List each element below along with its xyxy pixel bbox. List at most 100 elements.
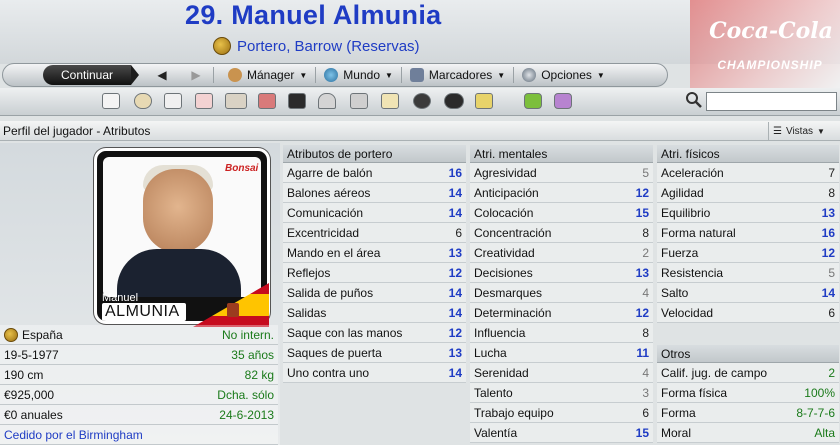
attribute-row[interactable]: Determinación 12 (470, 303, 653, 323)
attribute-value: 6 (828, 305, 835, 320)
section-header-bar: Perfil del jugador - Atributos ☰ Vistas … (0, 121, 840, 141)
manager-menu[interactable]: Mánager ▼ (220, 68, 315, 82)
attribute-row[interactable]: Salto 14 (657, 283, 839, 303)
attribute-label: Aceleración (661, 165, 724, 180)
back-arrow-icon[interactable]: ◀ (145, 68, 179, 82)
attribute-label: Fuerza (661, 245, 699, 260)
attribute-label: Forma natural (661, 225, 736, 240)
sponsor-subtitle: CHAMPIONSHIP (717, 58, 823, 72)
world-menu-label: Mundo (343, 68, 380, 82)
trophy-icon[interactable] (318, 93, 336, 109)
attribute-row[interactable]: Colocación 15 (470, 203, 653, 223)
attribute-row[interactable]: Reflejos 12 (283, 263, 466, 283)
attribute-row[interactable]: Agresividad 5 (470, 163, 653, 183)
attribute-label: Valentía (474, 425, 518, 440)
clipboard-icon[interactable] (381, 93, 399, 109)
attribute-label: Colocación (474, 205, 534, 220)
attribute-label: Balones aéreos (287, 185, 371, 200)
attribute-row[interactable]: Velocidad 6 (657, 303, 839, 323)
attribute-label: Talento (474, 385, 513, 400)
search-input[interactable] (706, 92, 837, 111)
finances-icon[interactable] (475, 93, 493, 109)
attribute-row[interactable]: Decisiones 13 (470, 263, 653, 283)
attribute-row[interactable]: Salida de puños 14 (283, 283, 466, 303)
attribute-row[interactable]: Saques de puerta 13 (283, 343, 466, 363)
attribute-row[interactable]: Uno contra uno 14 (283, 363, 466, 383)
home-icon[interactable] (102, 93, 120, 109)
bookmarks-menu[interactable]: Marcadores ▼ (402, 68, 513, 82)
attribute-row[interactable]: Forma natural 16 (657, 223, 839, 243)
attribute-row[interactable]: Talento 3 (470, 383, 653, 403)
calendar-icon[interactable] (195, 93, 213, 109)
history-icon[interactable] (350, 93, 368, 109)
attribute-row[interactable]: Anticipación 12 (470, 183, 653, 203)
scout-binoculars-icon[interactable] (444, 93, 464, 109)
attribute-row[interactable]: Excentricidad 6 (283, 223, 466, 243)
attribute-row[interactable]: Mando en el área 13 (283, 243, 466, 263)
attribute-label: Resistencia (661, 265, 724, 280)
attribute-value: 16 (821, 225, 835, 240)
match-icon[interactable] (413, 93, 431, 109)
attribute-row[interactable]: Calif. jug. de campo 2 (657, 363, 839, 383)
attribute-row[interactable]: Equilibrio 13 (657, 203, 839, 223)
info-row-loan[interactable]: Cedido por el Birmingham (0, 425, 278, 445)
attribute-row[interactable]: Trabajo equipo 6 (470, 403, 653, 423)
attribute-value: 5 (642, 165, 649, 180)
options-menu-label: Opciones (541, 68, 592, 82)
transfers-icon[interactable] (258, 93, 276, 109)
attribute-row[interactable]: Saque con las manos 12 (283, 323, 466, 343)
search-icon[interactable] (685, 91, 703, 109)
attribute-row[interactable]: Balones aéreos 14 (283, 183, 466, 203)
tactics-icon[interactable] (288, 93, 306, 109)
forward-arrow-icon[interactable]: ▶ (179, 68, 213, 82)
help-icon[interactable] (524, 93, 542, 109)
attribute-label: Desmarques (474, 285, 543, 300)
views-menu-button[interactable]: ☰ Vistas ▼ (768, 122, 829, 140)
continue-button[interactable]: Continuar (43, 65, 139, 85)
player-position-club[interactable]: Portero, Barrow (Reservas) (237, 38, 420, 55)
attribute-value: 14 (448, 285, 462, 300)
attribute-value: 8 (642, 325, 649, 340)
inbox-icon[interactable] (134, 93, 152, 109)
attribute-value: 12 (448, 265, 462, 280)
sponsor-logo-text: Coca-Cola (709, 18, 833, 44)
attribute-value: 12 (821, 245, 835, 260)
profile-icon[interactable] (164, 93, 182, 109)
manager-menu-label: Mánager (247, 68, 295, 82)
attribute-row[interactable]: Valentía 15 (470, 423, 653, 443)
attribute-row[interactable]: Serenidad 4 (470, 363, 653, 383)
attribute-value: 6 (455, 225, 462, 240)
attribute-row[interactable]: Forma física 100% (657, 383, 839, 403)
loan-parent-club-link[interactable]: Cedido por el Birmingham (4, 428, 143, 442)
attribute-row[interactable]: Creatividad 2 (470, 243, 653, 263)
attribute-label: Excentricidad (287, 225, 360, 240)
attribute-row[interactable]: Lucha 11 (470, 343, 653, 363)
attribute-row[interactable]: Agarre de balón 16 (283, 163, 466, 183)
attribute-row[interactable]: Fuerza 12 (657, 243, 839, 263)
attribute-value: 15 (635, 425, 649, 440)
player-subtitle[interactable]: Portero, Barrow (Reservas) (213, 37, 420, 55)
attribute-value: 12 (448, 325, 462, 340)
national-team-badge-icon (4, 327, 18, 342)
attribute-label: Influencia (474, 325, 526, 340)
info-icon[interactable] (554, 93, 572, 109)
attribute-row[interactable]: Influencia 8 (470, 323, 653, 343)
attribute-row[interactable]: Concentración 8 (470, 223, 653, 243)
options-menu[interactable]: Opciones ▼ (514, 68, 613, 82)
attribute-row[interactable]: Comunicación 14 (283, 203, 466, 223)
attribute-row[interactable]: Resistencia 5 (657, 263, 839, 283)
info-row-nationality[interactable]: España No intern. (0, 325, 278, 345)
attribute-label: Forma (661, 405, 696, 420)
world-menu[interactable]: Mundo ▼ (316, 68, 401, 82)
attribute-row[interactable]: Desmarques 4 (470, 283, 653, 303)
attribute-row[interactable]: Aceleración 7 (657, 163, 839, 183)
attribute-row[interactable]: Forma 8-7-7-6 (657, 403, 839, 423)
player-photo: Bonsai (103, 157, 261, 297)
attribute-row[interactable]: Moral Alta (657, 423, 839, 443)
squad-icon[interactable] (225, 93, 247, 109)
attribute-label: Decisiones (474, 265, 533, 280)
page-title: 29. Manuel Almunia (185, 0, 442, 30)
attribute-row[interactable]: Salidas 14 (283, 303, 466, 323)
attribute-row[interactable]: Agilidad 8 (657, 183, 839, 203)
attribute-label: Creatividad (474, 245, 535, 260)
